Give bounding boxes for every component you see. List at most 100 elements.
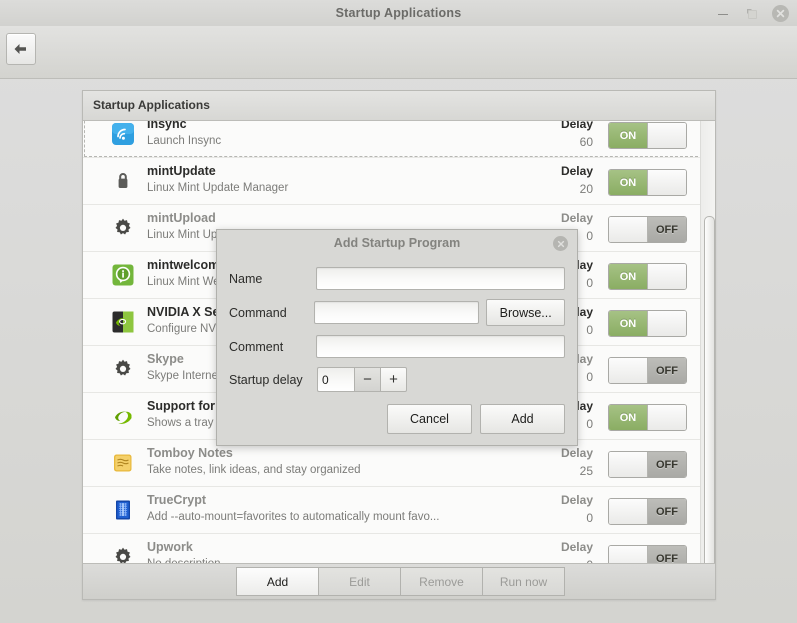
toggle-right: OFF bbox=[648, 452, 686, 477]
add-button[interactable]: Add bbox=[236, 567, 319, 596]
row-delay-value: 20 bbox=[579, 182, 593, 196]
remove-button: Remove bbox=[400, 567, 483, 596]
row-toggle-switch[interactable]: OFF bbox=[608, 451, 687, 478]
close-icon[interactable] bbox=[772, 4, 789, 22]
row-toggle-switch[interactable]: ON bbox=[608, 263, 687, 290]
dialog-add-button[interactable]: Add bbox=[480, 404, 565, 434]
row-toggle-switch[interactable]: OFF bbox=[608, 498, 687, 525]
toggle-left bbox=[609, 499, 648, 524]
table-row[interactable]: TrueCrypt Add --auto-mount=favorites to a… bbox=[83, 487, 715, 534]
row-description: Launch Insync bbox=[147, 135, 222, 147]
nvidia-icon bbox=[111, 310, 135, 334]
row-description: Take notes, link ideas, and stay organiz… bbox=[147, 464, 361, 476]
insync-icon bbox=[111, 122, 135, 146]
toggle-right bbox=[647, 311, 686, 336]
table-row[interactable]: Insync Launch Insync Delay 60 ON bbox=[83, 121, 715, 158]
panel-title: Startup Applications bbox=[83, 91, 715, 121]
row-delay-label: Delay bbox=[560, 121, 593, 131]
row-delay-label: Delay bbox=[560, 540, 593, 554]
window-titlebar: Startup Applications bbox=[0, 0, 797, 27]
browse-button[interactable]: Browse... bbox=[486, 299, 565, 326]
toggle-left bbox=[609, 358, 648, 383]
name-field-row: Name bbox=[229, 267, 565, 290]
row-delay-label: Delay bbox=[560, 164, 593, 178]
toggle-right: OFF bbox=[648, 546, 686, 564]
run-now-button: Run now bbox=[482, 567, 565, 596]
row-title: mintUpdate bbox=[147, 164, 216, 178]
row-delay-value: 25 bbox=[579, 464, 593, 478]
row-title: mintwelcome bbox=[147, 258, 227, 272]
row-description: Linux Mint Update Manager bbox=[147, 182, 289, 194]
row-delay-value: 60 bbox=[579, 135, 593, 149]
back-arrow-icon bbox=[13, 42, 29, 56]
decrement-button[interactable]: − bbox=[354, 367, 381, 392]
toggle-left: ON bbox=[609, 405, 647, 430]
dialog-title: Add Startup Program bbox=[333, 236, 461, 250]
dialog-close-icon[interactable] bbox=[553, 236, 568, 251]
row-title: Insync bbox=[147, 121, 187, 131]
toggle-left: ON bbox=[609, 311, 647, 336]
row-toggle-switch[interactable]: ON bbox=[608, 404, 687, 431]
toggle-right bbox=[647, 123, 686, 148]
command-field-row: Command Browse... bbox=[229, 299, 565, 326]
row-toggle-switch[interactable]: OFF bbox=[608, 357, 687, 384]
row-toggle-switch[interactable]: ON bbox=[608, 310, 687, 337]
table-row[interactable]: Tomboy Notes Take notes, link ideas, and … bbox=[83, 440, 715, 487]
row-delay-label: Delay bbox=[560, 446, 593, 460]
comment-input[interactable] bbox=[315, 335, 565, 358]
lock-icon bbox=[111, 169, 135, 193]
startup-applications-window: Startup Applications Startup Application… bbox=[0, 0, 797, 623]
row-toggle-switch[interactable]: ON bbox=[608, 169, 687, 196]
dialog-body: Name Command Browse... Comment Startup d… bbox=[217, 257, 577, 392]
toggle-right: OFF bbox=[648, 217, 686, 242]
row-delay-value: 0 bbox=[586, 511, 593, 525]
comment-field-row: Comment bbox=[229, 335, 565, 358]
scrollbar-thumb[interactable] bbox=[704, 216, 715, 585]
startup-delay-input[interactable] bbox=[317, 367, 355, 392]
window-controls bbox=[716, 0, 789, 26]
add-startup-program-dialog: Add Startup Program Name Command Browse.… bbox=[216, 229, 578, 446]
toggle-left bbox=[609, 452, 648, 477]
row-title: Skype bbox=[147, 352, 184, 366]
row-delay-label: Delay bbox=[560, 493, 593, 507]
dialog-cancel-button[interactable]: Cancel bbox=[387, 404, 472, 434]
toolbar bbox=[0, 26, 797, 79]
toggle-right bbox=[647, 264, 686, 289]
command-label: Command bbox=[229, 305, 287, 320]
toggle-left: ON bbox=[609, 170, 647, 195]
toggle-right: OFF bbox=[648, 358, 686, 383]
maximize-icon[interactable] bbox=[744, 6, 759, 21]
panel-footer: Add Edit Remove Run now bbox=[83, 563, 715, 599]
increment-button[interactable]: + bbox=[380, 367, 407, 392]
startup-delay-label: Startup delay bbox=[229, 372, 303, 387]
minimize-icon[interactable] bbox=[716, 6, 731, 21]
row-delay-label: Delay bbox=[560, 211, 593, 225]
table-row[interactable]: mintUpdate Linux Mint Update Manager Delay… bbox=[83, 158, 715, 205]
info-bubble-icon bbox=[111, 263, 135, 287]
startup-delay-row: Startup delay − + bbox=[229, 367, 565, 392]
toggle-left bbox=[609, 217, 648, 242]
truecrypt-icon bbox=[111, 498, 135, 522]
gear-icon bbox=[111, 357, 135, 381]
toggle-right: OFF bbox=[648, 499, 686, 524]
row-toggle-switch[interactable]: ON bbox=[608, 122, 687, 149]
startup-delay-stepper: − + bbox=[317, 367, 407, 392]
footer-button-group: Add Edit Remove Run now bbox=[236, 567, 565, 596]
toggle-left: ON bbox=[609, 123, 647, 148]
table-row[interactable]: UpworkNo descriptionDelay0OFF bbox=[83, 534, 715, 564]
row-description: Add --auto-mount=favorites to automatica… bbox=[147, 511, 440, 523]
toggle-right bbox=[647, 405, 686, 430]
list-scrollbar[interactable] bbox=[700, 121, 715, 585]
tomboy-icon bbox=[111, 451, 135, 475]
name-label: Name bbox=[229, 271, 263, 286]
comment-label: Comment bbox=[229, 339, 284, 354]
gear-icon bbox=[111, 545, 135, 564]
row-toggle-switch[interactable]: OFF bbox=[608, 545, 687, 564]
toggle-left bbox=[609, 546, 648, 564]
edit-button: Edit bbox=[318, 567, 401, 596]
command-input[interactable] bbox=[314, 301, 480, 324]
toggle-left: ON bbox=[609, 264, 647, 289]
back-button[interactable] bbox=[6, 33, 36, 65]
row-toggle-switch[interactable]: OFF bbox=[608, 216, 687, 243]
name-input[interactable] bbox=[315, 267, 565, 290]
